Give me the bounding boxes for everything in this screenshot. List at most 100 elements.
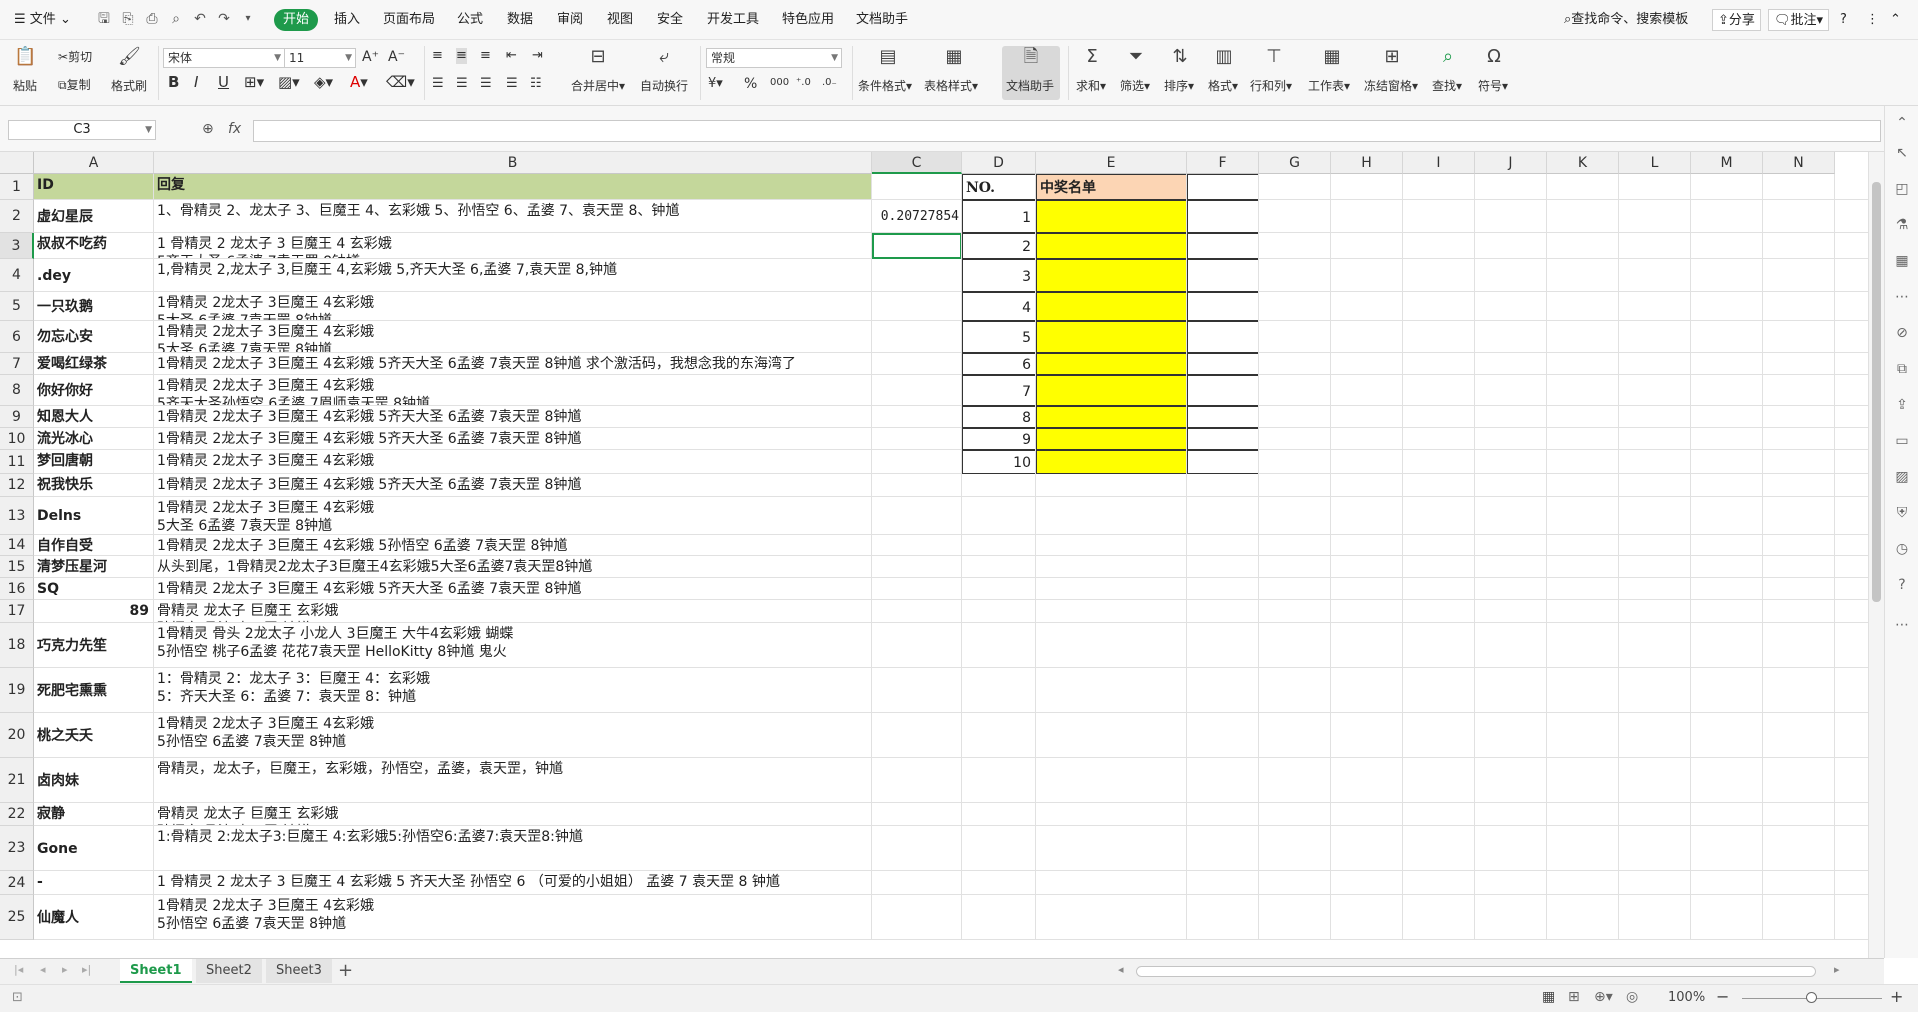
decrease-font-icon[interactable]: A⁻ (388, 49, 405, 65)
cell-f6[interactable] (1187, 321, 1259, 353)
first-sheet-icon[interactable]: |◂ (14, 963, 23, 976)
cell-a14[interactable]: 自作自受 (34, 535, 154, 556)
decrease-decimal-icon[interactable]: .0₋ (822, 75, 837, 91)
cell-b9[interactable]: 1骨精灵 2龙太子 3巨魔王 4玄彩娥 5齐天大圣 6孟婆 7袁天罡 8钟馗 (154, 406, 872, 428)
column-header-n[interactable]: N (1763, 152, 1835, 174)
cell-b22[interactable]: 骨精灵 龙太子 巨魔王 玄彩娥孙悟空 孟婆 袁天罡 钟馗 (154, 803, 872, 826)
freeze-icon[interactable]: ⊞ (1380, 46, 1404, 68)
macro-record-icon[interactable]: ⊡ (12, 990, 23, 1005)
column-header-i[interactable]: I (1403, 152, 1475, 174)
fill-color-icon[interactable]: ◈▾ (314, 74, 333, 90)
print-icon[interactable]: ⎙ (144, 11, 160, 27)
merge-center-icon[interactable]: ⊟ (586, 46, 610, 68)
filter-button[interactable]: 筛选▾ (1120, 78, 1150, 94)
font-size-select[interactable]: 11 ▼ (284, 48, 356, 68)
column-header-d[interactable]: D (962, 152, 1036, 174)
row-header-20[interactable]: 20 (0, 713, 34, 758)
cell-b23[interactable]: 1:骨精灵 2:龙太子3:巨魔王 4:玄彩娥5:孙悟空6:孟婆7:袁天罡8:钟馗 (154, 826, 872, 871)
tab-special[interactable]: 特色应用 (782, 9, 834, 31)
scroll-right-icon[interactable]: ▸ (1834, 963, 1840, 976)
tab-data[interactable]: 数据 (507, 9, 533, 31)
cond-format-icon[interactable]: ▤ (876, 46, 900, 68)
cell-b2[interactable]: 1、骨精灵 2、龙太子 3、巨魔王 4、玄彩娥 5、孙悟空 6、孟婆 7、袁天罡… (154, 200, 872, 233)
table-icon[interactable]: ▦ (1893, 252, 1911, 270)
worksheet-icon[interactable]: ▦ (1320, 46, 1344, 68)
row-header-19[interactable]: 19 (0, 668, 34, 713)
next-sheet-icon[interactable]: ▸ (62, 963, 68, 976)
cell-b25[interactable]: 1骨精灵 2龙太子 3巨魔王 4玄彩娥 5孙悟空 6孟婆 7袁天罡 8钟馗 (154, 895, 872, 940)
cell-a5[interactable]: 一只玖鹅 (34, 292, 154, 321)
align-middle-icon[interactable]: ≡ (456, 48, 467, 64)
row-header-22[interactable]: 22 (0, 803, 34, 826)
freeze-button[interactable]: 冻结窗格▾ (1364, 78, 1418, 94)
cell-a22[interactable]: 寂静 (34, 803, 154, 826)
cell-a7[interactable]: 爱喝红绿茶 (34, 353, 154, 375)
cond-format-button[interactable]: 条件格式▾ (858, 78, 912, 94)
select-all-corner[interactable] (0, 152, 34, 174)
currency-icon[interactable]: ¥▾ (708, 76, 723, 92)
history-icon[interactable]: ◷ (1893, 540, 1911, 558)
tab-security[interactable]: 安全 (657, 9, 683, 31)
cell-a20[interactable]: 桃之夭夭 (34, 713, 154, 758)
sheet-tab-2[interactable]: Sheet2 (196, 959, 262, 983)
cell-a2[interactable]: 虚幻星辰 (34, 200, 154, 233)
cell-a8[interactable]: 你好你好 (34, 375, 154, 406)
fill-style-icon[interactable]: ▨▾ (278, 74, 300, 90)
zoom-formula-icon[interactable]: ⊕ (202, 121, 214, 137)
name-box[interactable]: C3 ▼ (8, 120, 156, 140)
align-left-icon[interactable]: ☰ (432, 76, 444, 92)
cell-f2[interactable] (1187, 200, 1259, 233)
cell-c7[interactable] (872, 353, 962, 375)
cell-e11[interactable] (1036, 450, 1187, 474)
tab-formula[interactable]: 公式 (457, 9, 483, 31)
tab-home[interactable]: 开始 (274, 9, 319, 31)
link-icon[interactable]: ⊘ (1893, 324, 1911, 342)
more-panel-icon[interactable]: ⋯ (1893, 616, 1911, 634)
tab-view[interactable]: 视图 (607, 9, 633, 31)
cell-b1[interactable]: 回复 (154, 174, 872, 200)
clear-format-icon[interactable]: ⌫▾ (386, 74, 415, 90)
sum-button[interactable]: 求和▾ (1076, 78, 1106, 94)
page-break-view-icon[interactable]: ⊞ (1568, 989, 1580, 1005)
row-header-16[interactable]: 16 (0, 578, 34, 600)
cell-a13[interactable]: Delns (34, 497, 154, 535)
cell-b20[interactable]: 1骨精灵 2龙太子 3巨魔王 4玄彩娥 5孙悟空 6孟婆 7袁天罡 8钟馗 (154, 713, 872, 758)
row-header-17[interactable]: 17 (0, 600, 34, 623)
cell-d11[interactable]: 10 (962, 450, 1036, 474)
cell-a9[interactable]: 知恩大人 (34, 406, 154, 428)
cell-b10[interactable]: 1骨精灵 2龙太子 3巨魔王 4玄彩娥 5齐天大圣 6孟婆 7袁天罡 8钟馗 (154, 428, 872, 450)
quick-access-dropdown-icon[interactable]: ▾ (240, 11, 256, 27)
tab-doc-helper[interactable]: 文档助手 (856, 9, 908, 31)
align-right-icon[interactable]: ☰ (480, 76, 492, 92)
redo-icon[interactable]: ↷ (216, 11, 232, 27)
increase-decimal-icon[interactable]: ⁺.0 (796, 75, 811, 91)
cell-a12[interactable]: 祝我快乐 (34, 474, 154, 497)
symbol-icon[interactable]: Ω (1482, 46, 1506, 68)
row-header-10[interactable]: 10 (0, 428, 34, 450)
comment-button[interactable]: 🗨批注▾ (1768, 9, 1830, 31)
tab-developer[interactable]: 开发工具 (707, 9, 759, 31)
increase-font-icon[interactable]: A⁺ (362, 49, 379, 65)
cell-b21[interactable]: 骨精灵，龙太子，巨魔王，玄彩娥，孙悟空，孟婆，袁天罡，钟馗 (154, 758, 872, 803)
percent-button[interactable]: % (744, 76, 757, 92)
bold-button[interactable]: B (168, 74, 179, 90)
cell-f1[interactable] (1187, 174, 1259, 200)
add-sheet-icon[interactable]: + (338, 960, 353, 981)
cell-d4[interactable]: 3 (962, 259, 1036, 292)
paste-icon[interactable]: 📋 (14, 46, 36, 68)
cell-f5[interactable] (1187, 292, 1259, 321)
row-header-21[interactable]: 21 (0, 758, 34, 803)
cell-d9[interactable]: 8 (962, 406, 1036, 428)
cut-button[interactable]: ✂剪切 (58, 49, 92, 65)
cell-a19[interactable]: 死肥宅熏熏 (34, 668, 154, 713)
font-color-icon[interactable]: A▾ (350, 74, 368, 90)
sort-button[interactable]: 排序▾ (1164, 78, 1194, 94)
symbol-button[interactable]: 符号▾ (1478, 78, 1508, 94)
normal-view-icon[interactable]: ▦ (1542, 989, 1555, 1005)
wrap-text-button[interactable]: 自动换行 (640, 78, 688, 94)
number-format-select[interactable]: 常规 ▼ (706, 48, 842, 68)
row-header-12[interactable]: 12 (0, 474, 34, 497)
cell-e1[interactable]: 中奖名单 (1036, 174, 1187, 200)
format-painter-icon[interactable]: 🖌 (118, 46, 141, 68)
cell-f7[interactable] (1187, 353, 1259, 375)
